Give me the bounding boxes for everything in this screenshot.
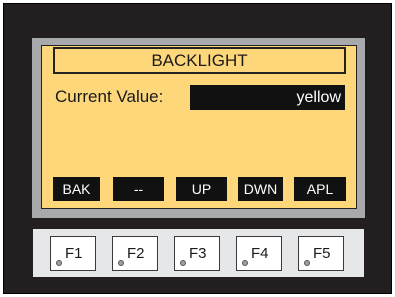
led-indicator-icon [304,260,310,266]
f1-button[interactable]: F1 [50,236,96,271]
softkey-up[interactable]: UP [176,177,227,201]
f2-button-label: F2 [127,245,145,262]
current-value-field[interactable]: yellow [190,85,345,110]
screen-title: BACKLIGHT [53,47,346,74]
softkey-bak[interactable]: BAK [53,177,100,201]
led-indicator-icon [56,260,62,266]
f4-button-label: F4 [251,245,269,262]
f5-button-label: F5 [313,245,331,262]
led-indicator-icon [118,260,124,266]
f3-button[interactable]: F3 [174,236,220,271]
f5-button[interactable]: F5 [298,236,344,271]
current-value-label: Current Value: [55,87,164,106]
led-indicator-icon [180,260,186,266]
softkey-down[interactable]: DWN [238,177,283,201]
f1-button-label: F1 [65,245,83,262]
led-indicator-icon [242,260,248,266]
f4-button[interactable]: F4 [236,236,282,271]
softkey-empty[interactable]: -- [113,177,164,201]
softkey-apply[interactable]: APL [294,177,346,201]
f2-button[interactable]: F2 [112,236,158,271]
f3-button-label: F3 [189,245,207,262]
